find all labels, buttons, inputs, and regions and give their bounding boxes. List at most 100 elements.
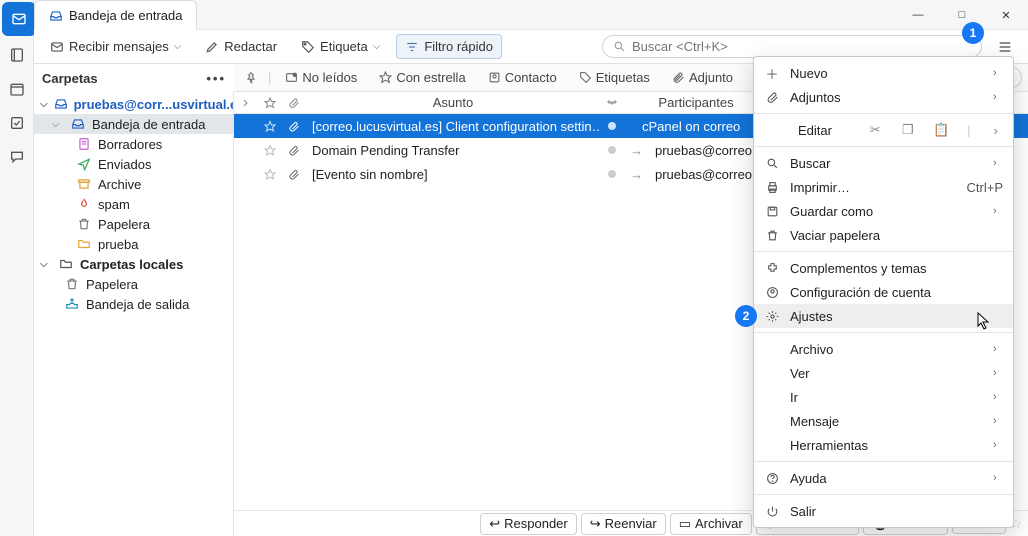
search-input[interactable]: Buscar <Ctrl+K> <box>602 35 982 58</box>
folder-trash[interactable]: Papelera <box>34 214 233 234</box>
inbox-icon <box>54 97 68 111</box>
folder-icon <box>58 257 74 271</box>
quick-filter-button[interactable]: Filtro rápido <box>396 34 502 59</box>
app-menu-button[interactable] <box>990 39 1020 55</box>
col-thread-icon[interactable] <box>234 92 258 113</box>
archive-icon: ▭ <box>679 516 691 532</box>
col-junk-icon[interactable] <box>600 92 624 113</box>
get-messages-button[interactable]: Recibir mensajes ⌵ <box>42 35 189 58</box>
menu-label: Ayuda <box>790 471 983 486</box>
tag-label: Etiqueta <box>320 39 368 54</box>
filter-tags[interactable]: Etiquetas <box>571 67 658 88</box>
filter-label: Adjunto <box>689 70 733 85</box>
menu-settings[interactable]: Ajustes <box>754 304 1013 328</box>
button-label: Reenviar <box>605 516 657 531</box>
folder-icon <box>76 237 92 251</box>
account-row[interactable]: ⌵ pruebas@corr...usvirtual.es <box>34 94 233 114</box>
pin-icon[interactable] <box>240 71 262 85</box>
chevron-right-icon: › <box>993 415 1003 427</box>
menu-label: Ver <box>790 366 983 381</box>
folder-sent[interactable]: Enviados <box>34 154 233 174</box>
folder-outbox[interactable]: Bandeja de salida <box>34 294 233 314</box>
filter-unread[interactable]: No leídos <box>277 67 365 88</box>
menu-account-settings[interactable]: Configuración de cuenta <box>754 280 1013 304</box>
folder-label: Papelera <box>98 217 150 232</box>
menu-attachments[interactable]: Adjuntos › <box>754 85 1013 109</box>
menu-search[interactable]: Buscar › <box>754 151 1013 175</box>
close-button[interactable]: ✕ <box>984 0 1028 30</box>
star-icon[interactable] <box>258 162 282 186</box>
folder-menu-icon[interactable]: ••• <box>206 71 226 86</box>
left-rail <box>0 0 34 536</box>
menu-go[interactable]: Ir› <box>754 385 1013 409</box>
chevron-down-icon: ⌵ <box>40 259 52 270</box>
folder-prueba[interactable]: prueba <box>34 234 233 254</box>
menu-help[interactable]: Ayuda › <box>754 466 1013 490</box>
minimize-button[interactable]: — <box>896 0 940 30</box>
help-icon <box>764 472 780 485</box>
forward-icon: ↪ <box>590 516 601 532</box>
folder-spam[interactable]: spam <box>34 194 233 214</box>
menu-view[interactable]: Ver› <box>754 361 1013 385</box>
chevron-right-icon: › <box>993 91 1003 103</box>
menu-edit-label: Editar <box>798 123 832 138</box>
app-menu-popup: ＋ Nuevo › Adjuntos › Editar ✂ ❐ 📋 | › Bu… <box>753 56 1014 528</box>
tab-inbox[interactable]: Bandeja de entrada <box>34 0 197 30</box>
menu-label: Imprimir… <box>790 180 957 195</box>
menu-label: Guardar como <box>790 204 983 219</box>
filter-contact[interactable]: Contacto <box>480 67 565 88</box>
filter-attachment[interactable]: Adjunto <box>664 67 741 88</box>
cut-icon[interactable]: ✂ <box>868 122 883 138</box>
forward-button[interactable]: ↪ Reenviar <box>581 513 666 535</box>
local-folders-row[interactable]: ⌵ Carpetas locales <box>34 254 233 274</box>
col-participants[interactable]: Participantes <box>636 92 756 113</box>
button-label: Archivar <box>695 516 743 531</box>
folder-label: Bandeja de entrada <box>92 117 205 132</box>
search-placeholder: Buscar <Ctrl+K> <box>632 39 728 54</box>
read-dot-icon <box>600 162 624 186</box>
paste-icon[interactable]: 📋 <box>933 122 949 138</box>
attachment-icon <box>764 91 780 104</box>
menu-save-as[interactable]: Guardar como › <box>754 199 1013 223</box>
menu-new[interactable]: ＋ Nuevo › <box>754 61 1013 85</box>
menu-file[interactable]: Archivo› <box>754 337 1013 361</box>
menu-exit[interactable]: Salir <box>754 499 1013 523</box>
trash-icon <box>76 217 92 231</box>
copy-icon[interactable]: ❐ <box>901 122 916 138</box>
tag-button[interactable]: Etiqueta ⌵ <box>293 35 388 58</box>
trash-icon <box>64 277 80 291</box>
star-icon[interactable] <box>258 138 282 162</box>
menu-addons[interactable]: Complementos y temas <box>754 256 1013 280</box>
col-attachment-icon[interactable] <box>282 92 306 113</box>
account-icon <box>764 286 780 299</box>
rail-chat-icon[interactable] <box>0 140 34 174</box>
rail-tasks-icon[interactable] <box>0 106 34 140</box>
menu-message[interactable]: Mensaje› <box>754 409 1013 433</box>
account-label: pruebas@corr...usvirtual.es <box>74 97 234 112</box>
reply-button[interactable]: ↩Responder <box>480 513 577 535</box>
rail-calendar-icon[interactable] <box>0 72 34 106</box>
folder-drafts[interactable]: Borradores <box>34 134 233 154</box>
menu-tools[interactable]: Herramientas› <box>754 433 1013 457</box>
col-star-icon[interactable] <box>258 92 282 113</box>
folder-archive[interactable]: Archive <box>34 174 233 194</box>
menu-empty-trash[interactable]: Vaciar papelera <box>754 223 1013 247</box>
write-button[interactable]: Redactar <box>197 35 285 58</box>
chevron-right-icon[interactable]: › <box>988 123 1003 138</box>
folder-label: Borradores <box>98 137 162 152</box>
menu-label: Archivo <box>790 342 983 357</box>
filter-label: Contacto <box>505 70 557 85</box>
folder-inbox[interactable]: ⌵ Bandeja de entrada <box>34 114 233 134</box>
rail-mail-icon[interactable] <box>2 2 36 36</box>
folder-tree: ⌵ pruebas@corr...usvirtual.es ⌵ Bandeja … <box>34 92 234 536</box>
star-icon[interactable] <box>258 114 282 138</box>
chevron-right-icon: › <box>993 472 1003 484</box>
menu-print[interactable]: Imprimir… Ctrl+P <box>754 175 1013 199</box>
spam-icon <box>76 197 92 211</box>
col-subject[interactable]: Asunto <box>306 92 600 113</box>
archive-button[interactable]: ▭ Archivar <box>670 513 752 535</box>
filter-starred[interactable]: Con estrella <box>371 67 473 88</box>
rail-addressbook-icon[interactable] <box>0 38 34 72</box>
folder-local-trash[interactable]: Papelera <box>34 274 233 294</box>
reply-arrow-icon: → <box>624 138 649 162</box>
